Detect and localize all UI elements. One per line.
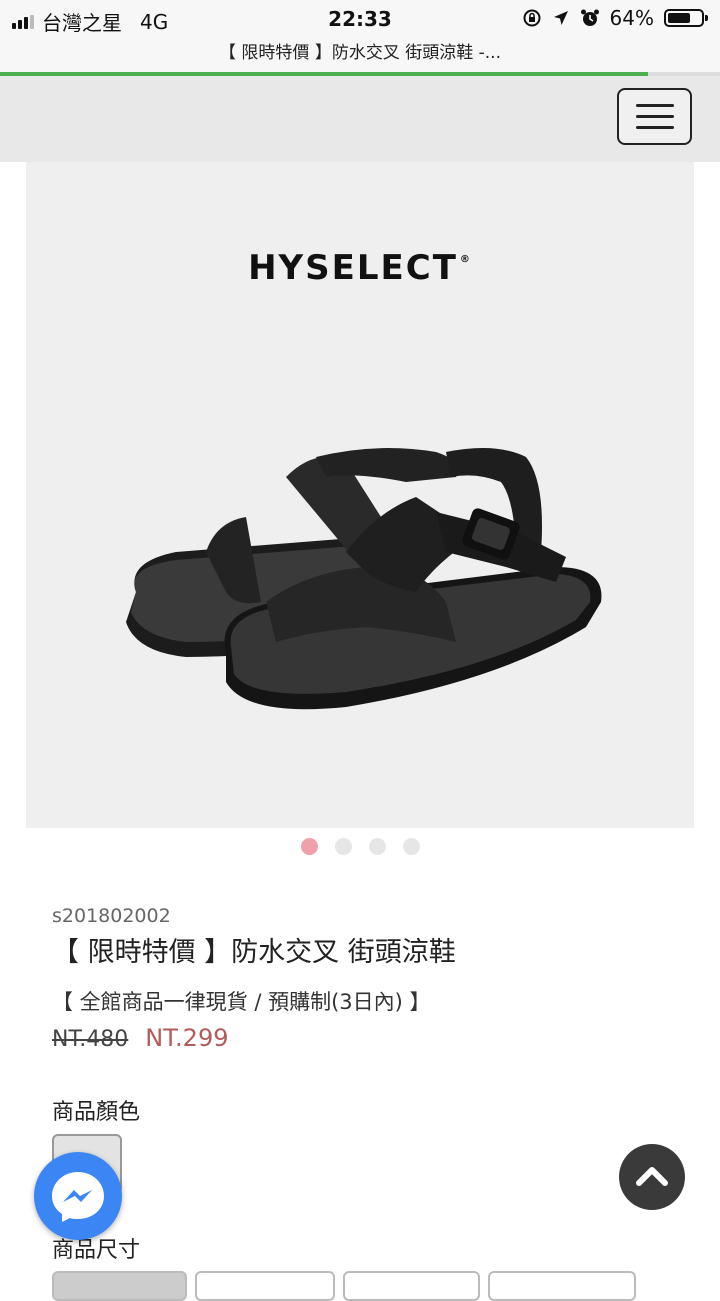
carousel-dot-2[interactable] — [334, 838, 352, 855]
carousel-dot-3[interactable] — [368, 838, 386, 855]
rotation-lock-icon — [523, 9, 541, 27]
carousel-dots — [0, 838, 720, 855]
product-image-carousel[interactable]: HYSELECT ® — [26, 162, 694, 828]
alarm-icon — [580, 9, 599, 26]
hamburger-line — [636, 126, 674, 129]
size-option[interactable] — [195, 1271, 335, 1301]
hamburger-icon — [636, 104, 674, 107]
size-option[interactable] — [488, 1271, 636, 1301]
back-to-top-button[interactable] — [619, 1144, 685, 1210]
size-option[interactable] — [343, 1271, 480, 1301]
product-title: 【 限時特價 】防水交叉 街頭涼鞋 — [52, 937, 456, 968]
size-option[interactable] — [52, 1271, 187, 1301]
location-icon — [553, 11, 568, 25]
browser-title-bar[interactable]: 【 限時特價 】防水交叉 街頭涼鞋 -... — [0, 38, 720, 72]
carousel-dot-1[interactable] — [300, 838, 318, 855]
price-row: NT.480 NT.299 — [52, 1024, 228, 1052]
brand-name: HYSELECT — [248, 248, 458, 288]
carousel-dot-4[interactable] — [402, 838, 420, 855]
color-label: 商品顏色 — [52, 1100, 141, 1125]
sandal-image — [126, 448, 602, 710]
product-subtitle: 【 全館商品一律現貨 / 預購制(3日內) 】 — [52, 990, 431, 1014]
battery-percent: 64% — [609, 6, 654, 30]
menu-button[interactable] — [617, 88, 692, 145]
product-sku: s201802002 — [52, 905, 171, 927]
messenger-button[interactable] — [34, 1152, 122, 1240]
status-right: 64% — [522, 6, 708, 30]
status-bar: 台灣之星 4G 22:33 64% — [0, 0, 720, 38]
original-price: NT.480 — [52, 1027, 129, 1052]
messenger-icon — [52, 1172, 104, 1222]
chevron-up-icon — [636, 1167, 668, 1186]
hamburger-line — [636, 115, 674, 118]
page-title: 【 限時特價 】防水交叉 街頭涼鞋 -... — [219, 43, 501, 63]
battery-icon — [664, 9, 708, 27]
site-header — [0, 76, 720, 162]
registered-mark: ® — [459, 254, 472, 265]
sale-price: NT.299 — [145, 1024, 229, 1052]
brand-logo: HYSELECT ® — [26, 248, 694, 288]
